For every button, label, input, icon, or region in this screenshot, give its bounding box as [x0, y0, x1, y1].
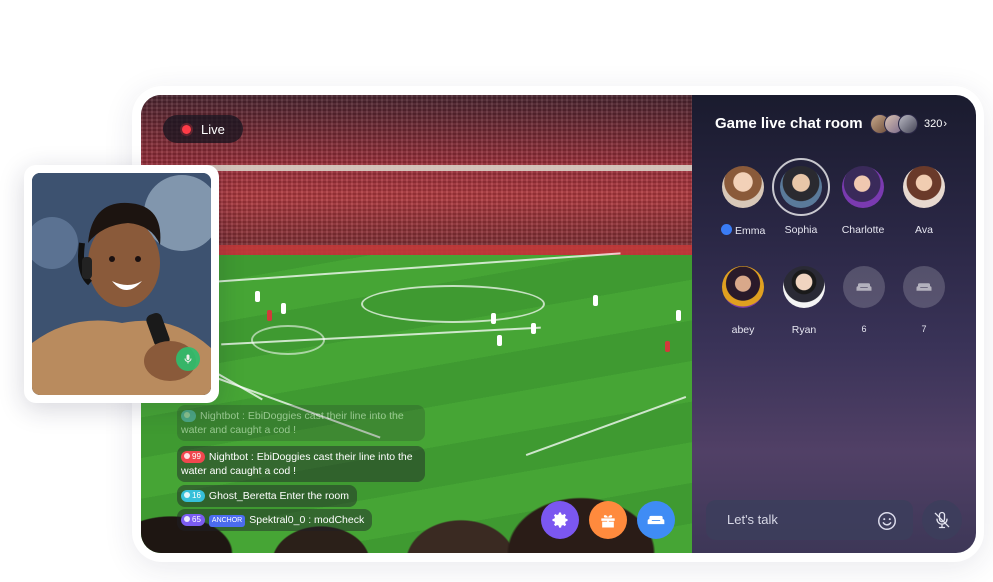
- avatar: [722, 266, 764, 308]
- seat-name: Charlotte: [841, 224, 885, 236]
- live-indicator: Live: [163, 115, 243, 143]
- viewer-count: 320: [924, 118, 943, 130]
- live-video[interactable]: Live Nightbot : EbiDoggies cast their li…: [141, 95, 692, 553]
- seat-number: 7: [921, 324, 927, 334]
- seat-name: Ava: [915, 224, 933, 236]
- viewer-list[interactable]: 320 ›: [870, 113, 947, 135]
- chat-message: 16 Ghost_Beretta Enter the room: [177, 485, 357, 507]
- chat-message: 99 Nightbot : EbiDoggies cast their line …: [177, 446, 425, 482]
- level-badge: [181, 410, 196, 422]
- avatar: [780, 166, 822, 208]
- level-badge: 99: [181, 451, 205, 463]
- chat-message-text: Spektral0_0 : modCheck: [249, 514, 365, 526]
- empty-seat: [903, 266, 945, 308]
- seat-charlotte[interactable]: Charlotte: [841, 166, 885, 236]
- seat-name: Emma: [721, 224, 765, 237]
- chat-message: Nightbot : EbiDoggies cast their line in…: [177, 405, 425, 441]
- seat-emma[interactable]: Emma: [721, 166, 765, 237]
- player: [676, 310, 681, 321]
- player: [665, 341, 670, 352]
- camera-preview[interactable]: [32, 173, 211, 395]
- penalty-arc: [251, 325, 325, 355]
- level-badge: 16: [181, 490, 205, 502]
- seat-7[interactable]: 7: [902, 266, 946, 334]
- avatar: [783, 266, 825, 308]
- mic-off-icon: [934, 511, 950, 529]
- live-dot-icon: [182, 124, 191, 134]
- seat-name: Ryan: [791, 324, 817, 336]
- emoji-icon[interactable]: [876, 510, 898, 532]
- chat-room-title: Game live chat room: [715, 115, 863, 132]
- settings-button[interactable]: [541, 501, 579, 539]
- player: [491, 313, 496, 324]
- chat-message: 65 ANCHOR Spektral0_0 : modCheck: [177, 509, 373, 531]
- gift-icon: [601, 515, 615, 528]
- player: [531, 323, 536, 334]
- chat-input-placeholder: Let's talk: [727, 512, 778, 527]
- chat-input[interactable]: Let's talk: [706, 500, 913, 540]
- seat-sophia[interactable]: Sophia: [779, 166, 823, 236]
- player: [281, 303, 286, 314]
- seat-abey[interactable]: abey: [721, 266, 765, 336]
- level-badge: 65: [181, 514, 205, 526]
- camera-preview-card: [24, 165, 219, 403]
- live-label: Live: [201, 121, 225, 137]
- player: [593, 295, 598, 306]
- touch-line: [201, 252, 621, 284]
- sofa-icon: [916, 283, 932, 291]
- live-screen: Live Nightbot : EbiDoggies cast their li…: [141, 95, 976, 553]
- stadium-banner: [141, 165, 692, 171]
- anchor-badge: ANCHOR: [208, 515, 246, 527]
- player: [255, 291, 260, 302]
- empty-seat: [843, 266, 885, 308]
- center-circle: [361, 285, 545, 323]
- chat-message-text: Nightbot : EbiDoggies cast their line in…: [181, 451, 413, 477]
- chat-message-text: Ghost_Beretta Enter the room: [208, 490, 349, 502]
- seat-ava[interactable]: Ava: [902, 166, 946, 236]
- seat-name: abey: [731, 324, 755, 336]
- mic-icon: [184, 354, 192, 364]
- player: [267, 310, 272, 321]
- mic-on-indicator: [176, 347, 200, 371]
- viewer-avatar: [898, 114, 918, 134]
- gear-icon: [552, 512, 568, 528]
- seat-6[interactable]: 6: [842, 266, 886, 334]
- seat-name: Sophia: [784, 224, 818, 236]
- gift-button[interactable]: [589, 501, 627, 539]
- seat-number: 6: [861, 324, 867, 334]
- chat-room-panel: Game live chat room 320 › Emma Sophia Ch…: [692, 95, 976, 553]
- seat-button[interactable]: [637, 501, 675, 539]
- avatar: [842, 166, 884, 208]
- player: [497, 335, 502, 346]
- host-badge-icon: [721, 224, 732, 235]
- chevron-right-icon: ›: [943, 118, 948, 130]
- mute-button[interactable]: [922, 500, 962, 540]
- sofa-icon: [647, 515, 665, 525]
- avatar: [722, 166, 764, 208]
- chat-message-text: Nightbot : EbiDoggies cast their line in…: [181, 410, 404, 436]
- sofa-icon: [856, 283, 872, 291]
- avatar: [903, 166, 945, 208]
- seat-ryan[interactable]: Ryan: [782, 266, 826, 336]
